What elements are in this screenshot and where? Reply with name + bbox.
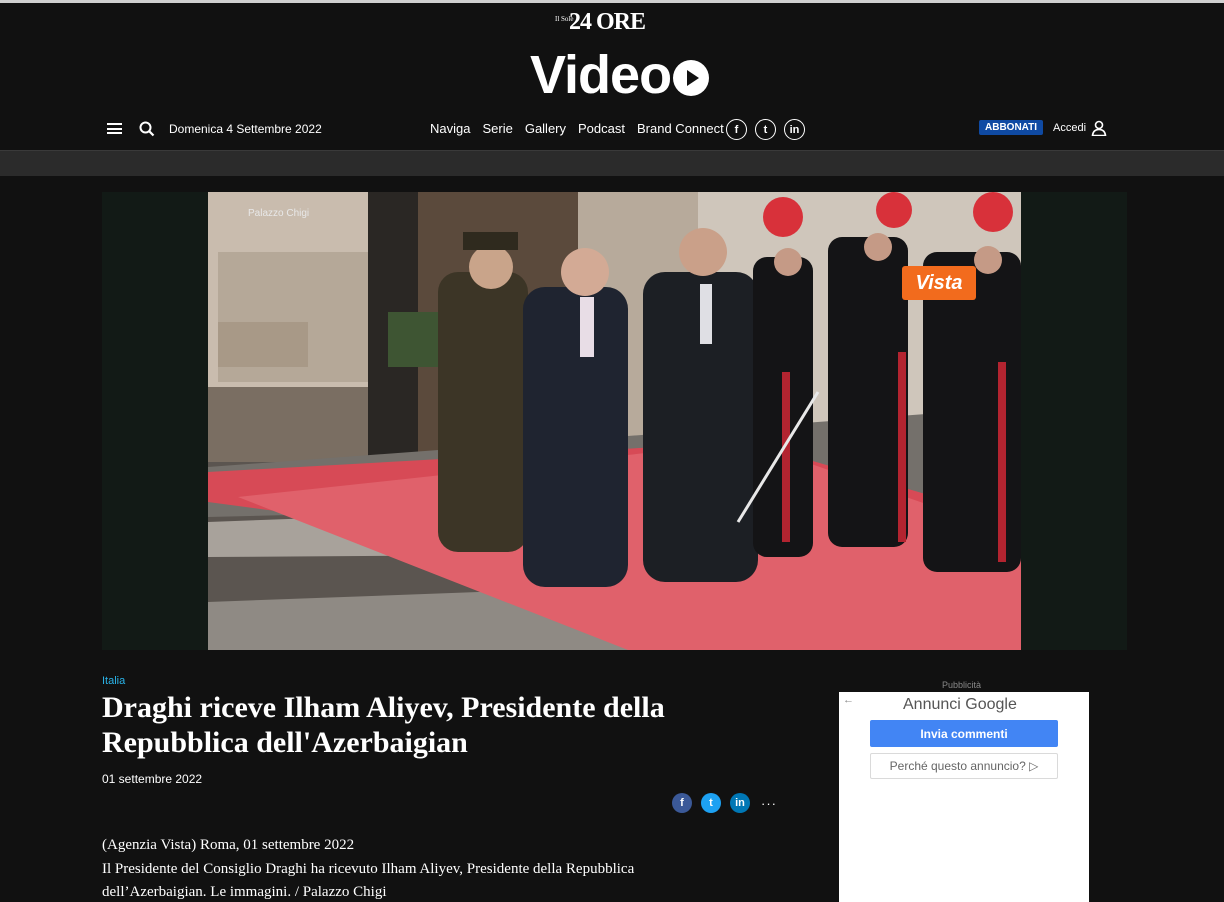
linkedin-icon[interactable]: in xyxy=(784,119,805,140)
article-category[interactable]: Italia xyxy=(102,675,125,687)
back-arrow-icon[interactable]: ← xyxy=(843,694,854,706)
nav-naviga[interactable]: Naviga xyxy=(430,121,470,137)
ad-header: Annunci Google xyxy=(903,696,1017,714)
video-frame[interactable]: Palazzo Chigi Vista xyxy=(208,192,1021,650)
google-logo-text: Google xyxy=(965,696,1017,713)
why-this-ad-button[interactable]: Perché questo annuncio? ▷ xyxy=(870,753,1058,779)
user-icon[interactable] xyxy=(1091,120,1107,136)
subscribe-button[interactable]: ABBONATI xyxy=(979,120,1044,135)
sub-navigation-bar xyxy=(0,150,1224,176)
body-paragraph-2: Il Presidente del Consiglio Draghi ha ri… xyxy=(102,860,635,901)
nav-brand-connect[interactable]: Brand Connect xyxy=(637,121,724,137)
menu-icon[interactable] xyxy=(107,123,122,134)
nav-serie[interactable]: Serie xyxy=(482,121,512,137)
login-link[interactable]: Accedi xyxy=(1053,122,1086,134)
share-bar: f t in ··· xyxy=(672,793,779,813)
ad-container: ← Annunci Google Invia commenti Perché q… xyxy=(839,692,1089,902)
video-player[interactable]: Palazzo Chigi Vista xyxy=(102,192,1127,650)
play-icon xyxy=(673,60,710,96)
nav-gallery[interactable]: Gallery xyxy=(525,121,566,137)
search-icon[interactable] xyxy=(139,121,155,137)
article-title: Draghi riceve Ilham Aliyev, Presidente d… xyxy=(102,691,665,759)
video-watermark: Palazzo Chigi xyxy=(248,208,310,219)
twitter-icon[interactable]: t xyxy=(755,119,776,140)
share-facebook-icon[interactable]: f xyxy=(672,793,692,813)
body-paragraph-1: (Agenzia Vista) Roma, 01 settembre 2022 xyxy=(102,837,355,853)
sole24ore-logo[interactable]: Il Sole 24 ORE xyxy=(552,9,672,35)
nav-podcast[interactable]: Podcast xyxy=(578,121,625,137)
ad-label: Pubblicità xyxy=(942,680,982,690)
logo-big-text: 24 ORE xyxy=(569,9,646,35)
share-linkedin-icon[interactable]: in xyxy=(730,793,750,813)
vista-badge: Vista xyxy=(902,266,976,300)
current-date: Domenica 4 Settembre 2022 xyxy=(169,122,322,136)
main-nav: Naviga Serie Gallery Podcast Brand Conne… xyxy=(430,121,736,137)
video-logo[interactable]: Video xyxy=(530,45,710,105)
video-logo-text: Video xyxy=(530,45,672,105)
site-header: Il Sole 24 ORE Video Domenica 4 Settembr… xyxy=(0,3,1224,150)
article-date: 01 settembre 2022 xyxy=(102,772,203,786)
header-social-links: f t in xyxy=(726,119,805,140)
share-twitter-icon[interactable]: t xyxy=(701,793,721,813)
video-still-image xyxy=(208,192,1021,650)
article-body: (Agenzia Vista) Roma, 01 settembre 2022 … xyxy=(102,834,722,902)
more-options-icon[interactable]: ··· xyxy=(759,796,779,811)
ad-annunci-text: Annunci xyxy=(903,696,961,713)
send-feedback-button[interactable]: Invia commenti xyxy=(870,720,1058,747)
facebook-icon[interactable]: f xyxy=(726,119,747,140)
